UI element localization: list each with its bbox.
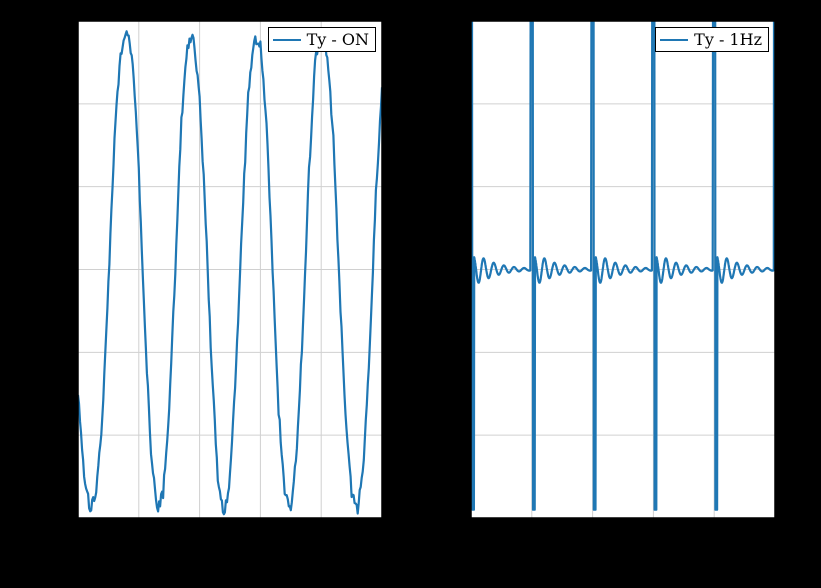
left-xlabel: time [s]	[200, 548, 270, 569]
right-trace	[471, 21, 775, 510]
ytick: -1	[445, 425, 463, 446]
xtick: 2	[588, 522, 599, 543]
ytick: -1.5	[429, 508, 464, 529]
ytick: 0	[453, 260, 464, 281]
xtick: 2	[195, 522, 206, 543]
right-legend: Ty - 1Hz	[655, 27, 769, 52]
ytick: 0	[60, 260, 71, 281]
right-plot: Ty - 1Hz	[471, 21, 775, 518]
left-plot-svg	[78, 21, 382, 518]
right-legend-label: Ty - 1Hz	[694, 30, 762, 49]
ytick: 1.5	[439, 12, 468, 33]
xtick: 1	[527, 522, 538, 543]
left-legend: Ty - ON	[268, 27, 376, 52]
legend-swatch	[660, 39, 688, 41]
xtick: 5	[377, 522, 388, 543]
xtick: 4	[710, 522, 721, 543]
xtick: 3	[256, 522, 267, 543]
right-plot-svg	[471, 21, 775, 518]
xtick: 0	[466, 522, 477, 543]
ytick: 1	[60, 94, 71, 115]
left-legend-label: Ty - ON	[307, 30, 369, 49]
right-xlabel: time [s]	[593, 548, 663, 569]
xtick: 5	[770, 522, 781, 543]
ytick: 1.5	[46, 12, 75, 33]
ytick: -1.5	[36, 508, 71, 529]
ytick: 0.5	[46, 177, 75, 198]
xtick: 0	[73, 522, 84, 543]
xtick: 4	[316, 522, 327, 543]
xtick: 1	[134, 522, 145, 543]
legend-swatch	[273, 39, 301, 41]
xtick: 3	[649, 522, 660, 543]
ytick: -1	[52, 425, 70, 446]
left-plot: Ty - ON	[78, 21, 382, 518]
ytick: 0.5	[439, 177, 468, 198]
ytick: 1	[453, 94, 464, 115]
left-ylabel: Friction Torque [Nm]	[24, 156, 45, 350]
right-ylabel: Friction Torque [Nm]	[417, 156, 438, 350]
